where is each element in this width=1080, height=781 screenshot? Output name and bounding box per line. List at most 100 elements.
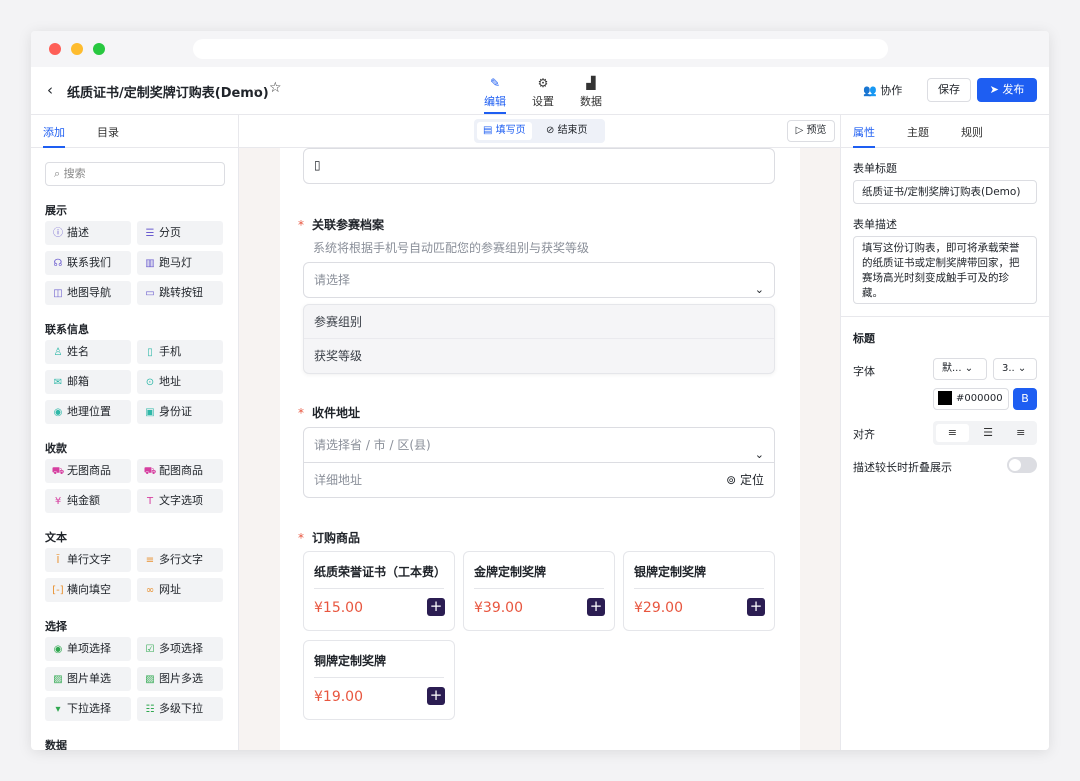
divider: [634, 588, 764, 589]
form-title-input[interactable]: 纸质证书/定制奖牌订购表(Demo): [853, 180, 1037, 204]
location-icon: ⊙: [145, 377, 155, 388]
phone-field-input[interactable]: ▯: [303, 148, 775, 184]
product-name: 银牌定制奖牌: [634, 565, 707, 579]
plus-icon[interactable]: +: [427, 598, 445, 616]
product-card[interactable]: 铜牌定制奖牌 ¥19.00 +: [303, 640, 455, 720]
form-page: ▯ * 关联参赛档案 系统将根据手机号自动匹配您的参赛组别与获奖等级 请选择 ⌄ …: [280, 148, 800, 750]
product-card[interactable]: 纸质荣誉证书（工本费） ¥15.00 +: [303, 551, 455, 631]
component-image-multi[interactable]: ▨ 图片多选: [137, 667, 223, 691]
product-name: 纸质荣誉证书（工本费）: [314, 565, 447, 579]
main-nav-tabs: ✎ 编辑 ⚙ 设置 ▟ 数据: [471, 75, 615, 114]
form-title: 纸质证书/定制奖牌订购表(Demo): [67, 86, 269, 101]
dropdown-option[interactable]: 参赛组别: [304, 305, 774, 339]
component-map-nav[interactable]: ◫ 地图导航: [45, 281, 131, 305]
component-text-option[interactable]: T 文字选项: [137, 489, 223, 513]
component-image-single[interactable]: ▨ 图片单选: [45, 667, 131, 691]
component-description[interactable]: ⓘ 描述: [45, 221, 131, 245]
product-card[interactable]: 银牌定制奖牌 ¥29.00 +: [623, 551, 775, 631]
collaborate-button[interactable]: 👥 协作: [863, 82, 902, 98]
product-name: 金牌定制奖牌: [474, 565, 547, 579]
component-multi-line[interactable]: ≡ 多行文字: [137, 548, 223, 572]
divider: [314, 677, 444, 678]
font-size-select[interactable]: 3.. ⌄: [993, 358, 1037, 380]
search-input[interactable]: ⌕ 搜索: [45, 162, 225, 186]
collapse-label: 描述较长时折叠展示: [853, 461, 952, 474]
component-amount[interactable]: ¥ 纯金额: [45, 489, 131, 513]
align-center-icon[interactable]: ☰: [972, 421, 1005, 445]
address-bar[interactable]: [193, 39, 888, 59]
heading-section-label: 标题: [853, 332, 875, 345]
plus-icon[interactable]: +: [747, 598, 765, 616]
component-fill-blank[interactable]: [-] 横向填空: [45, 578, 131, 602]
bold-button[interactable]: B: [1013, 388, 1037, 410]
tab-theme[interactable]: 主题: [907, 124, 929, 140]
save-button[interactable]: 保存: [927, 78, 971, 102]
component-pagination[interactable]: ☰ 分页: [137, 221, 223, 245]
tab-add[interactable]: 添加: [43, 124, 65, 148]
chevron-down-icon: ⌄: [964, 363, 974, 374]
chevron-down-icon: ⌄: [754, 283, 764, 296]
component-single-choice[interactable]: ◉ 单项选择: [45, 637, 131, 661]
publish-button[interactable]: ➤ 发布: [977, 78, 1037, 102]
component-cascade[interactable]: ☷ 多级下拉: [137, 697, 223, 721]
tab-data[interactable]: ▟ 数据: [567, 75, 615, 114]
component-address[interactable]: ⊙ 地址: [137, 370, 223, 394]
single-line-icon: Ī: [56, 555, 60, 566]
form-title-label: 表单标题: [853, 162, 897, 175]
plus-icon[interactable]: +: [587, 598, 605, 616]
chevron-down-icon: ⌄: [1017, 363, 1027, 374]
component-single-line[interactable]: Ī 单行文字: [45, 548, 131, 572]
component-product-no-image[interactable]: ⛟ 无图商品: [45, 459, 131, 483]
component-dropdown[interactable]: ▾ 下拉选择: [45, 697, 131, 721]
minimize-window-dot[interactable]: [71, 43, 83, 55]
component-id-card[interactable]: ▣ 身份证: [137, 400, 223, 424]
maximize-window-dot[interactable]: [93, 43, 105, 55]
checkbox-icon: ☑: [145, 644, 155, 655]
align-left-icon[interactable]: ≡: [936, 424, 969, 442]
component-geo-location[interactable]: ◉ 地理位置: [45, 400, 131, 424]
tab-outline[interactable]: 目录: [97, 124, 119, 140]
component-url[interactable]: ∞ 网址: [137, 578, 223, 602]
tab-properties[interactable]: 属性: [853, 124, 875, 148]
chevron-down-icon[interactable]: ⌄: [252, 82, 261, 95]
component-product-with-image[interactable]: ⛟ 配图商品: [137, 459, 223, 483]
link-icon: ∞: [145, 585, 155, 596]
region-select[interactable]: 请选择省 / 市 / 区(县) ⌄: [303, 427, 775, 463]
component-multi-choice[interactable]: ☑ 多项选择: [137, 637, 223, 661]
preview-button[interactable]: ▷ 预览: [787, 120, 835, 142]
group-title-choice: 选择: [45, 620, 67, 633]
star-icon[interactable]: ☆: [269, 80, 282, 96]
font-family-select[interactable]: 默... ⌄: [933, 358, 987, 380]
product-price: ¥39.00: [474, 600, 523, 616]
dropdown-option[interactable]: 获奖等级: [304, 339, 774, 373]
component-email[interactable]: ✉ 邮箱: [45, 370, 131, 394]
archive-select[interactable]: 请选择 ⌄: [303, 262, 775, 298]
fill-page-tab[interactable]: ▤ 填写页: [477, 122, 532, 140]
component-name[interactable]: ♙ 姓名: [45, 340, 131, 364]
form-desc-textarea[interactable]: 填写这份订购表，即可将承载荣誉的纸质证书或定制奖牌带回家，把赛场高光时刻变成触手…: [853, 236, 1037, 304]
align-right-icon[interactable]: ≡: [1004, 421, 1037, 445]
component-marquee[interactable]: ▥ 跑马灯: [137, 251, 223, 275]
detail-address-input[interactable]: 详细地址 ⊚ 定位: [303, 462, 775, 498]
align-label: 对齐: [853, 428, 875, 441]
info-icon: ⓘ: [53, 228, 63, 239]
component-jump-button[interactable]: ▭ 跳转按钮: [137, 281, 223, 305]
back-icon[interactable]: ‹: [47, 81, 53, 99]
tab-rules[interactable]: 规则: [961, 124, 983, 140]
image-icon: ▨: [53, 674, 63, 685]
component-contact-us[interactable]: ☊ 联系我们: [45, 251, 131, 275]
align-group: ≡ ☰ ≡: [933, 421, 1037, 445]
plus-icon[interactable]: +: [427, 687, 445, 705]
tab-settings[interactable]: ⚙ 设置: [519, 75, 567, 114]
canvas-toolbar: ▤ 填写页 ⊘ 结束页 ▷ 预览: [239, 115, 840, 148]
person-icon: ♙: [53, 347, 63, 358]
locate-button[interactable]: ⊚ 定位: [726, 463, 764, 497]
close-window-dot[interactable]: [49, 43, 61, 55]
collapse-toggle[interactable]: [1007, 457, 1037, 473]
color-picker[interactable]: #000000: [933, 388, 1009, 410]
end-page-tab[interactable]: ⊘ 结束页: [540, 122, 594, 140]
component-phone[interactable]: ▯ 手机: [137, 340, 223, 364]
product-card[interactable]: 金牌定制奖牌 ¥39.00 +: [463, 551, 615, 631]
tab-edit[interactable]: ✎ 编辑: [471, 75, 519, 114]
archive-dropdown-menu: 参赛组别 获奖等级: [303, 304, 775, 374]
